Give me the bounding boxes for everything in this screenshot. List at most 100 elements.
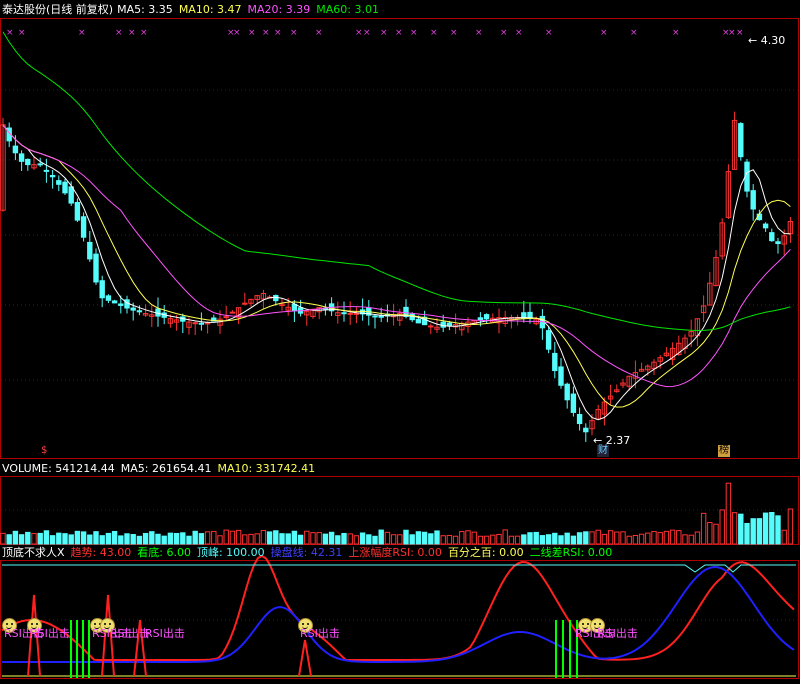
volume-bar (620, 531, 626, 545)
candle-down (738, 123, 744, 158)
volume-bar (583, 531, 589, 545)
volume-bar (731, 512, 738, 545)
control-value: 操盘线: 42.31 (270, 546, 343, 559)
candle-down (762, 223, 769, 229)
volume-bar (781, 529, 787, 545)
diff-value: 二线差RSI: 0.00 (529, 546, 613, 559)
rsi-signal-label: RSI出击 (300, 627, 340, 640)
candle-down (570, 393, 577, 413)
volume-bar (56, 532, 62, 545)
volume-bar (211, 530, 217, 545)
candle-down (49, 174, 56, 178)
volume-bar (316, 532, 322, 545)
bottom-signal-bar (76, 620, 78, 678)
candle-down (446, 322, 453, 327)
signal-mark: × (262, 28, 270, 38)
candle-down (37, 163, 43, 166)
volume-bar (558, 535, 564, 545)
volume-bar (25, 531, 31, 545)
chart-window[interactable]: 泰达股份(日线 前复权) MA5: 3.35 MA10: 3.47 MA20: 3.3… (0, 0, 800, 680)
candle-down (93, 253, 99, 283)
candle-down (769, 232, 775, 242)
volume-bar (118, 535, 124, 545)
volume-bar (93, 531, 99, 545)
volume-bar (539, 535, 546, 545)
volume-bar (409, 534, 415, 545)
volume-bar (614, 531, 620, 545)
signal-mark: × (115, 28, 123, 38)
signal-mark: × (672, 28, 680, 38)
volume-bar (390, 534, 397, 545)
volume-bar (223, 529, 229, 545)
candle-down (483, 314, 490, 320)
ma20-value: MA20: 3.39 (247, 3, 311, 16)
candle-down (273, 295, 279, 302)
signal-mark: × (450, 28, 458, 38)
volume-bar (533, 531, 539, 545)
candle-down (136, 310, 143, 313)
ma5-line (2, 124, 791, 421)
price-panel-frame (0, 18, 799, 459)
volume-bar (322, 533, 329, 545)
candle-up (229, 311, 236, 314)
candle-down (87, 241, 93, 260)
volume-bar (508, 535, 515, 545)
candle-down (558, 366, 564, 386)
signal-mark: × (545, 28, 553, 38)
candle-down (130, 307, 136, 311)
candle-down (105, 295, 112, 301)
finance-badge[interactable]: 财 (597, 445, 609, 457)
rsi-signal-label: RSI出击 (598, 627, 638, 640)
volume-bar (74, 530, 81, 545)
signal-mark: × (274, 28, 282, 38)
signal-mark: × (380, 28, 388, 38)
signal-mark: × (6, 28, 14, 38)
candle-down (56, 180, 62, 185)
volume-bar (694, 531, 701, 545)
volume-bar (31, 533, 37, 545)
volume-bar (676, 530, 682, 545)
dollar-badge[interactable]: $ (40, 445, 48, 457)
bottom-signal-bar (569, 620, 571, 678)
volume-bar (477, 535, 484, 545)
volume-bar (700, 512, 707, 545)
candle-up (242, 302, 248, 305)
top-value: 顶峰: 100.00 (196, 546, 265, 559)
bottom-signal-bar (82, 620, 84, 678)
volume-bar (465, 530, 471, 545)
volume-bar (428, 533, 434, 545)
candle-down (43, 169, 50, 172)
volume-bar (459, 531, 465, 545)
volume-bar (273, 530, 279, 545)
candle-down (415, 318, 422, 324)
volume-bar (707, 522, 713, 545)
volume-bar (421, 531, 428, 545)
volume-bar (285, 533, 291, 545)
volume-bar (68, 534, 74, 545)
top-line (2, 564, 796, 573)
volume-bar (738, 513, 744, 545)
signal-mark: × (78, 28, 86, 38)
candle-down (372, 315, 378, 318)
signal-mark: × (128, 28, 136, 38)
volume-bar (62, 533, 68, 545)
bottom-value: 看底: 6.00 (137, 546, 191, 559)
volume-bar (6, 534, 12, 545)
signal-mark: × (515, 28, 523, 38)
control-line (2, 565, 795, 663)
signal-mark: × (140, 28, 148, 38)
chart-canvas[interactable] (0, 0, 800, 680)
volume-bar (750, 518, 756, 545)
volume-bar (514, 535, 521, 545)
volume-bar (545, 534, 552, 545)
volume-bar (130, 534, 136, 545)
trend-line (1, 554, 795, 661)
volume-bar (136, 535, 143, 545)
rank-badge[interactable]: 榜 (718, 445, 730, 457)
candle-down (564, 383, 570, 401)
candle-down (750, 190, 756, 210)
volume-bar (366, 534, 372, 545)
candle-down (440, 321, 446, 328)
volume-bar (341, 532, 347, 545)
volume-bar (607, 530, 614, 545)
